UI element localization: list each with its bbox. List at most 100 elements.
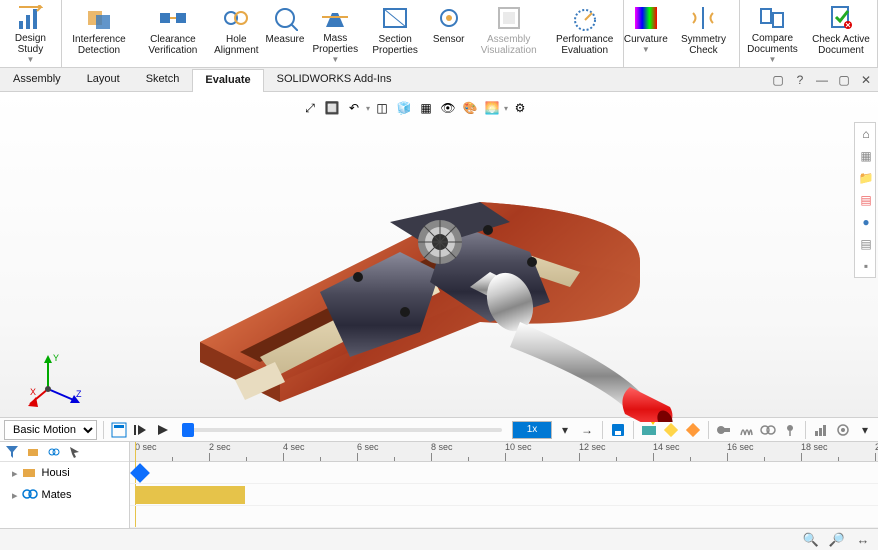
tab-layout[interactable]: Layout xyxy=(74,68,133,91)
sensor-button[interactable]: Sensor xyxy=(427,2,471,65)
maximize-icon[interactable]: ▢ xyxy=(836,72,852,88)
study-type-select[interactable]: Basic Motion xyxy=(4,420,97,440)
minimize-icon[interactable]: — xyxy=(814,72,830,88)
tree-item[interactable]: ▸ Mates xyxy=(0,484,129,506)
open-folder-icon[interactable]: 📁 xyxy=(857,169,875,187)
slider-thumb[interactable] xyxy=(182,423,194,437)
ribbon-label: Measure xyxy=(266,34,305,45)
gravity-icon[interactable] xyxy=(781,421,799,439)
design-study-button[interactable]: Design Study▼ xyxy=(0,2,61,65)
filter-pointer-icon[interactable] xyxy=(66,443,84,461)
properties-icon[interactable]: ▤ xyxy=(857,235,875,253)
tree-label: Mates xyxy=(42,489,72,501)
ruler-tick xyxy=(246,457,247,461)
timeline-row[interactable] xyxy=(130,506,878,528)
collapse-ribbon-icon[interactable]: ▢ xyxy=(770,72,786,88)
command-tabs: AssemblyLayoutSketchEvaluateSOLIDWORKS A… xyxy=(0,68,878,92)
tab-evaluate[interactable]: Evaluate xyxy=(192,69,263,92)
view-palette-icon[interactable]: ▤ xyxy=(857,191,875,209)
orientation-triad[interactable]: Y Z X xyxy=(28,349,88,409)
clearance-verification-button[interactable]: Clearance Verification xyxy=(136,2,210,65)
motion-bar[interactable] xyxy=(135,486,245,504)
ribbon-label: Assembly Visualization xyxy=(475,34,543,56)
view-settings-icon[interactable]: ⚙ xyxy=(510,98,530,118)
edit-appearance-icon[interactable]: 🎨 xyxy=(460,98,480,118)
timeline[interactable]: 0 sec2 sec4 sec6 sec8 sec10 sec12 sec14 … xyxy=(130,442,878,528)
zoom-in-icon[interactable]: 🔍 xyxy=(802,531,820,549)
timeline-row[interactable] xyxy=(130,462,878,484)
measure-icon xyxy=(271,4,299,32)
keyframe[interactable] xyxy=(130,463,150,483)
play-icon[interactable] xyxy=(154,421,172,439)
graphics-viewport[interactable]: ⤢🔲↶▾◫🧊▦👁🎨🌅▾⚙ ⌂▦📁▤●▤▪ xyxy=(0,92,878,417)
filter-parts-icon[interactable] xyxy=(24,443,42,461)
filter-icon[interactable] xyxy=(3,443,21,461)
save-animation-icon[interactable] xyxy=(609,421,627,439)
view-orientation-icon[interactable]: 🧊 xyxy=(394,98,414,118)
zoom-fit-icon[interactable]: ↔ xyxy=(854,531,872,549)
zoom-area-icon[interactable]: 🔲 xyxy=(322,98,342,118)
spring-icon[interactable] xyxy=(737,421,755,439)
results-icon[interactable] xyxy=(812,421,830,439)
playback-slider[interactable] xyxy=(182,428,502,432)
display-style-icon[interactable]: ▦ xyxy=(416,98,436,118)
ruler-tick xyxy=(172,457,173,461)
tree-item[interactable]: ▸Housi xyxy=(0,462,129,484)
motor-icon[interactable] xyxy=(715,421,733,439)
ruler-tick xyxy=(875,453,876,461)
model-view xyxy=(180,122,680,422)
tab-assembly[interactable]: Assembly xyxy=(0,68,74,91)
ruler-tick xyxy=(653,453,654,461)
section-properties-button[interactable]: Section Properties xyxy=(364,2,427,65)
mass-properties-button[interactable]: Mass Properties▼ xyxy=(307,2,364,65)
tab-solidworks-add-ins[interactable]: SOLIDWORKS Add-Ins xyxy=(264,68,405,91)
ruler-tick xyxy=(616,457,617,461)
collapse-motion-icon[interactable]: ▾ xyxy=(856,421,874,439)
ribbon-label: Sensor xyxy=(433,34,465,45)
resources-icon[interactable]: ▦ xyxy=(857,147,875,165)
ribbon-label: Interference Detection xyxy=(66,34,132,56)
apply-scene-icon[interactable]: 🌅 xyxy=(482,98,502,118)
home-icon[interactable]: ⌂ xyxy=(857,125,875,143)
ribbon-label: Design Study xyxy=(4,33,57,55)
section-icon xyxy=(381,4,409,32)
motion-properties-icon[interactable] xyxy=(834,421,852,439)
animation-wizard-icon[interactable] xyxy=(640,421,658,439)
tab-sketch[interactable]: Sketch xyxy=(133,68,193,91)
timeline-row[interactable] xyxy=(130,484,878,506)
ruler-label: 0 sec xyxy=(135,442,157,452)
performance-evaluation-button[interactable]: Performance Evaluation xyxy=(547,2,623,65)
appearances-icon[interactable]: ● xyxy=(857,213,875,231)
contact-icon[interactable] xyxy=(759,421,777,439)
axis-x-label: X xyxy=(30,387,36,397)
measure-button[interactable]: Measure xyxy=(263,2,307,65)
loop-icon[interactable]: → xyxy=(578,421,596,439)
calculate-icon[interactable] xyxy=(110,421,128,439)
section-view-icon[interactable]: ◫ xyxy=(372,98,392,118)
symmetry-check-button[interactable]: Symmetry Check xyxy=(668,2,739,65)
autokey-icon[interactable] xyxy=(662,421,680,439)
previous-view-icon[interactable]: ↶ xyxy=(344,98,364,118)
expand-icon[interactable]: ▸ xyxy=(12,489,18,502)
custom-icon[interactable]: ▪ xyxy=(857,257,875,275)
hole-alignment-button[interactable]: Hole Alignment xyxy=(210,2,263,65)
speed-dropdown-icon[interactable]: ▾ xyxy=(556,421,574,439)
filter-mates-icon[interactable] xyxy=(45,443,63,461)
interference-detection-button[interactable]: Interference Detection xyxy=(62,2,136,65)
help-icon[interactable]: ? xyxy=(792,72,808,88)
ruler-label: 8 sec xyxy=(431,442,453,452)
compare-documents-button[interactable]: Compare Documents▼ xyxy=(740,2,805,65)
zoom-out-icon[interactable]: 🔎 xyxy=(828,531,846,549)
ribbon-label: Mass Properties xyxy=(311,33,360,55)
curvature-icon xyxy=(632,4,660,32)
add-key-icon[interactable] xyxy=(684,421,702,439)
playback-speed[interactable]: 1x xyxy=(512,421,552,439)
check-active-document-button[interactable]: Check Active Document xyxy=(805,2,877,65)
curvature-button[interactable]: Curvature▼ xyxy=(624,2,668,65)
hide-show-icon[interactable]: 👁 xyxy=(438,98,458,118)
expand-icon[interactable]: ▸ xyxy=(12,467,18,480)
zoom-fit-icon[interactable]: ⤢ xyxy=(300,98,320,118)
play-from-start-icon[interactable] xyxy=(132,421,150,439)
close-icon[interactable]: ✕ xyxy=(858,72,874,88)
interference-icon xyxy=(85,4,113,32)
